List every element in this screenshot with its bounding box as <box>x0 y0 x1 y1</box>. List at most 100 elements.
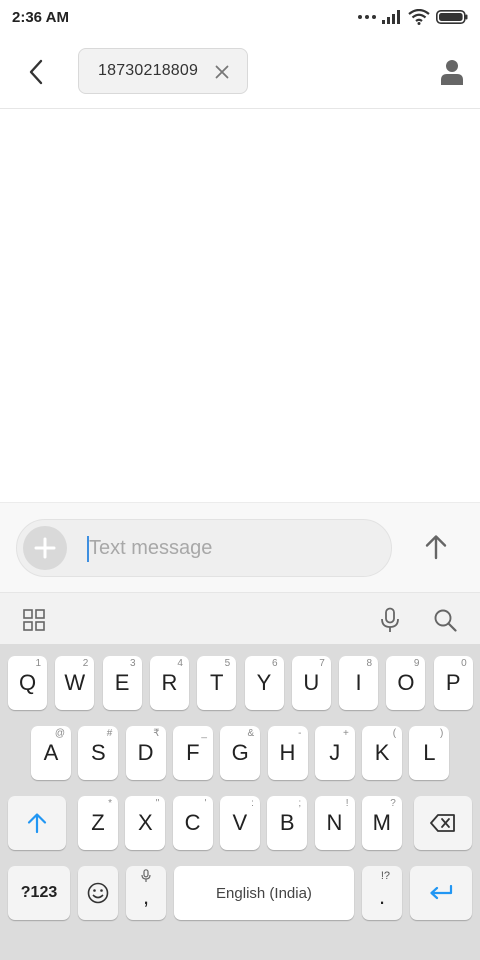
key-d[interactable]: D ₹ <box>125 726 166 780</box>
key-o[interactable]: O9 <box>386 656 426 710</box>
space-key-label: English (India) <box>216 884 312 902</box>
key-y[interactable]: Y6 <box>244 656 284 710</box>
key-k[interactable]: K( <box>362 726 403 780</box>
symbols-key[interactable]: ?123 <box>8 866 70 920</box>
key-c[interactable]: C ' <box>172 796 213 850</box>
key-label: T <box>209 670 224 695</box>
key-label: N <box>326 810 343 835</box>
key-n[interactable]: N! <box>314 796 355 850</box>
key-j[interactable]: J + <box>314 726 355 780</box>
key-label: A <box>43 740 59 765</box>
contact-button[interactable] <box>434 54 470 90</box>
key-label: I <box>355 670 362 695</box>
conversation-header: 18730218809 <box>0 34 480 109</box>
key-m[interactable]: M? <box>361 796 402 850</box>
key-hint: ' <box>204 798 207 809</box>
recipient-chip[interactable]: 18730218809 <box>78 48 248 94</box>
key-label: W <box>64 670 86 695</box>
key-s[interactable]: S # <box>78 726 119 780</box>
text-message-input[interactable] <box>87 528 377 568</box>
key-v[interactable]: V: <box>219 796 260 850</box>
key-a[interactable]: A @ <box>31 726 71 780</box>
backspace-key[interactable] <box>414 796 472 850</box>
send-button[interactable] <box>418 529 454 565</box>
signal-icon <box>382 10 400 24</box>
key-hint: ) <box>440 728 444 739</box>
text-cursor <box>87 536 89 562</box>
key-label: E <box>114 670 130 695</box>
key-hint: _ <box>201 728 207 739</box>
keyboard-menu-button[interactable] <box>20 606 48 634</box>
emoji-key[interactable] <box>78 866 118 920</box>
space-key[interactable]: English (India) <box>174 866 354 920</box>
key-q[interactable]: Q1 <box>8 656 47 710</box>
key-hint: + <box>342 728 349 739</box>
comma-key[interactable]: , <box>126 866 166 920</box>
key-label: Y <box>256 670 272 695</box>
shift-key[interactable] <box>8 796 66 850</box>
status-time: 2:36 AM <box>12 9 69 26</box>
key-b[interactable]: B; <box>267 796 308 850</box>
status-bar: 2:36 AM <box>0 0 480 34</box>
key-hint: 1 <box>35 658 41 669</box>
recipient-number: 18730218809 <box>98 62 199 79</box>
key-label: H <box>279 740 296 765</box>
key-f[interactable]: F _ <box>172 726 213 780</box>
key-h[interactable]: H- <box>267 726 308 780</box>
key-r[interactable]: R4 <box>149 656 189 710</box>
key-g[interactable]: G & <box>220 726 261 780</box>
key-label: S <box>90 740 106 765</box>
back-button[interactable] <box>18 54 54 90</box>
key-label: C <box>184 810 201 835</box>
key-w[interactable]: W2 <box>55 656 95 710</box>
remove-recipient-button[interactable] <box>211 61 233 83</box>
key-hint: 8 <box>366 658 373 669</box>
grid-icon <box>23 609 45 631</box>
key-t[interactable]: T5 <box>197 656 237 710</box>
key-hint: : <box>251 798 254 809</box>
backspace-icon <box>430 814 455 832</box>
keyboard-toolbar <box>0 592 480 644</box>
attach-button[interactable] <box>23 526 67 570</box>
period-key[interactable]: . !? <box>362 866 402 920</box>
key-hint: 5 <box>224 658 231 669</box>
plus-icon <box>34 537 56 559</box>
key-label: M <box>372 810 391 835</box>
key-hint: - <box>298 728 302 739</box>
message-box <box>16 519 392 577</box>
key-hint: 6 <box>271 658 278 669</box>
key-label: K <box>374 740 390 765</box>
key-label: L <box>423 740 436 765</box>
key-z[interactable]: Z * <box>78 796 118 850</box>
key-hint: # <box>106 728 113 739</box>
key-label: X <box>137 810 153 835</box>
key-label: D <box>137 740 154 765</box>
key-hint: 9 <box>413 658 420 669</box>
messaging-screen: 2:36 AM 18730218809 Text message Q 1 W 2… <box>0 0 480 960</box>
key-hint: ( <box>392 728 397 739</box>
shift-arrow-icon <box>27 813 47 834</box>
key-label: F <box>186 740 200 765</box>
wifi-icon <box>408 9 430 25</box>
key-label: G <box>231 740 249 765</box>
key-l[interactable]: L) <box>409 726 450 780</box>
key-u[interactable]: U7 <box>291 656 331 710</box>
keyboard-search-button[interactable] <box>430 605 460 635</box>
key-e[interactable]: E3 <box>102 656 142 710</box>
more-notifications-icon <box>358 15 376 19</box>
comma-key-label: , <box>142 884 150 909</box>
voice-input-button[interactable] <box>376 605 404 635</box>
comma-key-mic-icon <box>141 869 151 882</box>
key-p[interactable]: P0 <box>433 656 473 710</box>
key-label: R <box>161 670 178 695</box>
period-key-label: . <box>378 884 386 909</box>
enter-key[interactable] <box>410 866 472 920</box>
key-label: Z <box>91 810 105 835</box>
key-label: V <box>232 810 248 835</box>
key-hint: & <box>247 728 255 739</box>
key-i[interactable]: I8 <box>339 656 379 710</box>
key-x[interactable]: X " <box>125 796 166 850</box>
key-label: Q <box>18 670 37 695</box>
key-hint: ! <box>345 798 349 809</box>
microphone-icon <box>381 607 399 632</box>
